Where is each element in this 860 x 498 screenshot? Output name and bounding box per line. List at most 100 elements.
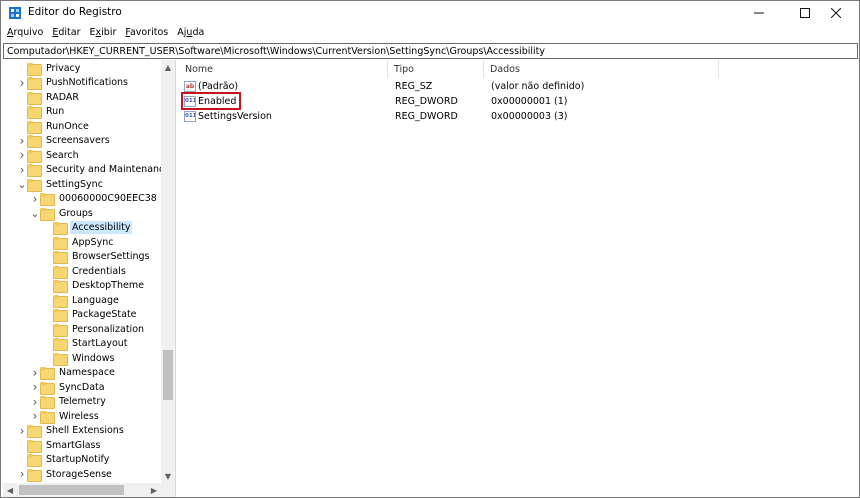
tree-item[interactable]: SmartGlass [17,438,102,453]
tree-item[interactable]: › Shell Extensions [17,424,126,439]
folder-icon [27,178,42,192]
chevron-right-icon[interactable]: › [30,395,40,409]
minimize-button[interactable] [736,1,782,25]
tree-item[interactable]: RADAR [17,90,81,105]
tree-item[interactable]: StartupNotify [17,453,111,468]
chevron-down-icon[interactable]: ⌄ [30,206,40,220]
values-list: Nome Tipo Dados ab (Padrão) REG_SZ (valo… [179,60,858,497]
registry-tree[interactable]: Privacy › PushNotifications RADAR Run RunOnce… [3,60,175,497]
chevron-right-icon[interactable]: › [30,409,40,423]
tree-item[interactable]: Credentials [43,264,128,279]
tree-item[interactable]: › Wireless [30,409,101,424]
tree-item[interactable]: BrowserSettings [43,250,151,265]
tree-item[interactable]: › Telemetry [30,395,108,410]
tree-item[interactable]: Privacy [17,61,82,76]
tree-item-label: Personalization [72,323,145,335]
close-button[interactable] [813,1,859,25]
tree-item[interactable]: ⌄ SettingSync [17,177,105,192]
tree-horizontal-scrollbar[interactable]: ◀ ▶ [3,483,161,497]
menu-arquivo[interactable]: Arquivo [4,25,49,43]
folder-icon [53,294,68,308]
folder-icon [27,468,42,482]
menu-favoritos[interactable]: Favoritos [122,25,174,43]
tree-item[interactable]: StartLayout [43,337,130,352]
tree-item[interactable]: › Namespace [30,366,117,381]
string-value-icon: ab [184,81,196,92]
tree-item[interactable]: Accessibility [43,221,133,236]
tree-item[interactable]: Windows [43,351,116,366]
menu-ajuda[interactable]: Ajuda [174,25,210,43]
minimize-icon [754,12,764,14]
title-bar[interactable]: Editor do Registro [1,1,859,25]
tree-item[interactable]: Personalization [43,322,146,337]
chevron-right-icon[interactable]: › [17,134,27,148]
tree-item[interactable]: › 00060000C90EEC38 [30,192,159,207]
window-title: Editor do Registro [28,6,122,18]
tree-item[interactable]: AppSync [43,235,115,250]
value-row[interactable]: 011 SettingsVersion REG_DWORD 0x00000003… [179,109,858,124]
tree-item[interactable]: › Search [17,148,81,163]
tree-item-label: SyncData [59,381,105,393]
tree-item[interactable]: Run [17,105,66,120]
tree-item-label: Run [46,106,65,118]
tree-item[interactable]: PackageState [43,308,139,323]
chevron-right-icon[interactable]: › [17,148,27,162]
folder-icon [27,62,42,76]
folder-icon [53,338,68,352]
scroll-up-arrow-icon[interactable]: ▲ [161,60,175,74]
scroll-right-arrow-icon[interactable]: ▶ [147,483,161,497]
scroll-down-arrow-icon[interactable]: ▼ [161,469,175,483]
folder-icon [27,106,42,120]
chevron-right-icon[interactable]: › [30,192,40,206]
address-bar[interactable]: Computador\HKEY_CURRENT_USER\Software\Mi… [3,43,858,59]
tree-item[interactable]: DesktopTheme [43,279,146,294]
tree-vertical-scroll-thumb[interactable] [163,350,173,400]
column-header-name[interactable]: Nome [179,60,388,78]
folder-icon [27,439,42,453]
folder-icon [53,352,68,366]
column-header-type[interactable]: Tipo [388,60,484,78]
tree-item[interactable]: › SyncData [30,380,107,395]
scroll-left-arrow-icon[interactable]: ◀ [3,483,17,497]
tree-item[interactable]: › Security and Maintenance [17,163,172,178]
chevron-right-icon[interactable]: › [17,76,27,90]
registry-editor-window: Editor do Registro Arquivo Editar Exibir… [0,0,860,498]
folder-icon [27,454,42,468]
menu-editar[interactable]: Editar [49,25,86,43]
value-type: REG_DWORD [395,96,458,107]
chevron-right-icon[interactable]: › [17,467,27,481]
chevron-right-icon[interactable]: › [17,424,27,438]
tree-item-label: Credentials [72,265,126,277]
menu-exibir[interactable]: Exibir [87,25,123,43]
tree-item[interactable]: › Screensavers [17,134,112,149]
tree-item[interactable]: › PushNotifications [17,76,130,91]
folder-icon [53,222,68,236]
tree-item-label: Wireless [59,410,99,422]
tree-item[interactable]: ⌄ Groups [30,206,95,221]
chevron-right-icon[interactable]: › [17,163,27,177]
tree-item-label: Telemetry [59,396,106,408]
chevron-down-icon[interactable]: ⌄ [17,177,27,191]
chevron-right-icon[interactable]: › [30,366,40,380]
chevron-right-icon[interactable]: › [30,380,40,394]
column-header-data[interactable]: Dados [484,60,719,78]
value-name-cell: 011 Enabled [181,92,241,110]
folder-icon [40,410,55,424]
tree-horizontal-scroll-thumb[interactable] [19,485,124,495]
folder-icon [53,236,68,250]
tree-item[interactable]: RunOnce [17,119,91,134]
folder-icon [27,77,42,91]
value-row[interactable]: ab (Padrão) REG_SZ (valor não definido) [179,79,858,94]
value-row-enabled[interactable]: 011 Enabled REG_DWORD 0x00000001 (1) [179,92,858,110]
tree-item[interactable]: › StorageSense [17,467,114,482]
value-data: 0x00000001 (1) [491,96,568,107]
tree-item[interactable]: Language [43,293,121,308]
tree-item-label: RunOnce [46,120,89,132]
tree-vertical-scrollbar[interactable]: ▲ ▼ [161,60,175,483]
tree-item-label: Security and Maintenance [46,164,171,176]
